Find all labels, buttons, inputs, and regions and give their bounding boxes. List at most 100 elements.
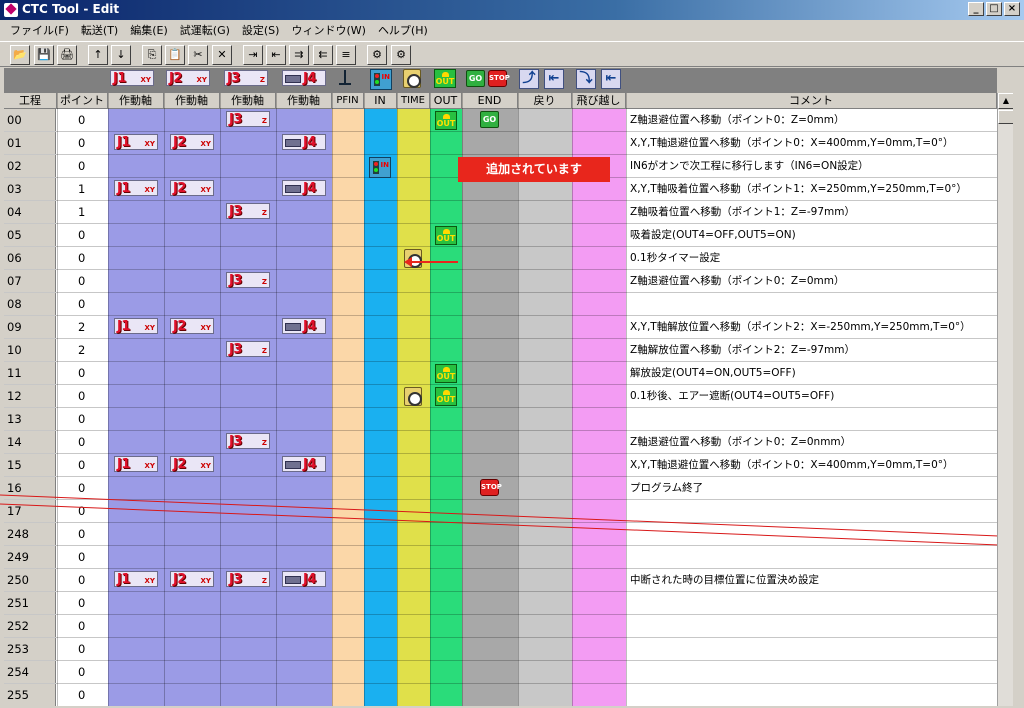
- minimize-button[interactable]: _: [968, 2, 984, 16]
- shift-left-button[interactable]: ⇇: [313, 45, 333, 65]
- point-value[interactable]: 2: [78, 339, 85, 361]
- j4-palette-button[interactable]: J4: [282, 70, 326, 91]
- robot-stop-button[interactable]: ⚙: [391, 45, 411, 65]
- menu-edit[interactable]: 編集(E): [124, 22, 174, 38]
- j3-move-icon[interactable]: J3 Z: [226, 272, 270, 291]
- step-cell[interactable]: 254: [4, 661, 56, 683]
- close-button[interactable]: ×: [1004, 2, 1020, 16]
- j2-move-icon[interactable]: J2 XY: [170, 134, 214, 153]
- j3-move-icon[interactable]: J3 Z: [226, 433, 270, 452]
- step-cell[interactable]: 01: [4, 132, 56, 154]
- j2-move-icon[interactable]: J2 XY: [170, 456, 214, 475]
- point-value[interactable]: 0: [78, 454, 85, 476]
- vertical-scrollbar[interactable]: ▲: [997, 93, 1014, 706]
- go-icon[interactable]: GO: [480, 111, 499, 128]
- col-header-step[interactable]: 工程: [4, 93, 57, 109]
- step-cell[interactable]: 249: [4, 546, 56, 568]
- point-value[interactable]: 2: [78, 316, 85, 338]
- step-cell[interactable]: 16: [4, 477, 56, 499]
- point-value[interactable]: 0: [78, 523, 85, 545]
- j1-palette-button[interactable]: J1 XY: [110, 70, 154, 91]
- timer-icon[interactable]: [404, 387, 422, 409]
- comment-cell[interactable]: Z軸解放位置へ移動（ポイント2：Z=-97mm）: [630, 339, 855, 361]
- step-cell[interactable]: 17: [4, 500, 56, 522]
- step-cell[interactable]: 252: [4, 615, 56, 637]
- time-palette-button[interactable]: [403, 69, 421, 90]
- out-signal-icon[interactable]: OUT: [435, 364, 457, 386]
- step-cell[interactable]: 03: [4, 178, 56, 200]
- j4-move-icon[interactable]: J4: [282, 571, 326, 590]
- comment-cell[interactable]: Z軸吸着位置へ移動（ポイント1：Z=-97mm）: [630, 201, 855, 223]
- copy-button[interactable]: ⎘: [142, 45, 162, 65]
- comment-cell[interactable]: 0.1秒タイマー設定: [630, 247, 720, 269]
- point-value[interactable]: 0: [78, 247, 85, 269]
- move-up-button[interactable]: ↑: [88, 45, 108, 65]
- j2-move-icon[interactable]: J2 XY: [170, 571, 214, 590]
- comment-cell[interactable]: プログラム終了: [630, 477, 703, 499]
- point-value[interactable]: 0: [78, 132, 85, 154]
- point-value[interactable]: 0: [78, 569, 85, 591]
- save-button[interactable]: 💾: [34, 45, 54, 65]
- step-cell[interactable]: 10: [4, 339, 56, 361]
- robot-run-button[interactable]: ⚙: [367, 45, 387, 65]
- j3-move-icon[interactable]: J3 Z: [226, 203, 270, 222]
- step-cell[interactable]: 09: [4, 316, 56, 338]
- comment-cell[interactable]: Z軸退避位置へ移動（ポイント0：Z=0mm）: [630, 109, 845, 131]
- step-cell[interactable]: 248: [4, 523, 56, 545]
- out-signal-icon[interactable]: OUT: [435, 226, 457, 248]
- j4-move-icon[interactable]: J4: [282, 318, 326, 337]
- comment-cell[interactable]: Z軸退避位置へ移動（ポイント0：Z=0nmm）: [630, 431, 851, 453]
- point-value[interactable]: 0: [78, 661, 85, 683]
- stop-palette-button[interactable]: STOP: [488, 70, 510, 91]
- paste-button[interactable]: 📋: [165, 45, 185, 65]
- menu-help[interactable]: ヘルプ(H): [372, 22, 434, 38]
- delete-button[interactable]: ✕: [212, 45, 232, 65]
- comment-cell[interactable]: X,Y,T軸吸着位置へ移動（ポイント1：X=250mm,Y=250mm,T=0°…: [630, 178, 967, 200]
- j4-move-icon[interactable]: J4: [282, 180, 326, 199]
- step-cell[interactable]: 04: [4, 201, 56, 223]
- step-cell[interactable]: 00: [4, 109, 56, 131]
- j1-move-icon[interactable]: J1 XY: [114, 134, 158, 153]
- col-header-axis-1[interactable]: 作動軸: [108, 93, 164, 109]
- insert-right-button[interactable]: ⇤: [266, 45, 286, 65]
- align-button[interactable]: ≡: [336, 45, 356, 65]
- step-cell[interactable]: 12: [4, 385, 56, 407]
- j3-move-icon[interactable]: J3 Z: [226, 341, 270, 360]
- move-down-button[interactable]: ↓: [111, 45, 131, 65]
- point-value[interactable]: 0: [78, 684, 85, 706]
- j3-move-icon[interactable]: J3 Z: [226, 571, 270, 590]
- point-value[interactable]: 0: [78, 546, 85, 568]
- comment-cell[interactable]: 吸着設定(OUT4=OFF,OUT5=ON): [630, 224, 796, 246]
- print-button[interactable]: 🖨: [57, 45, 77, 65]
- point-value[interactable]: 1: [78, 201, 85, 223]
- point-value[interactable]: 0: [78, 270, 85, 292]
- col-header-jump[interactable]: 飛び越し: [572, 93, 626, 109]
- col-header-point[interactable]: ポイント: [57, 93, 108, 109]
- step-cell[interactable]: 05: [4, 224, 56, 246]
- return-palette-button-b[interactable]: ⇤: [544, 69, 564, 90]
- comment-cell[interactable]: 中断された時の目標位置に位置決め設定: [630, 569, 819, 591]
- step-cell[interactable]: 14: [4, 431, 56, 453]
- out-signal-icon[interactable]: OUT: [435, 387, 457, 409]
- step-cell[interactable]: 251: [4, 592, 56, 614]
- open-button[interactable]: 📂: [10, 45, 30, 65]
- scroll-thumb[interactable]: [998, 110, 1014, 124]
- return-palette-button-a[interactable]: ⤴: [519, 69, 539, 90]
- j1-move-icon[interactable]: J1 XY: [114, 318, 158, 337]
- comment-cell[interactable]: X,Y,T軸解放位置へ移動（ポイント2：X=-250mm,Y=250mm,T=0…: [630, 316, 971, 338]
- j1-move-icon[interactable]: J1 XY: [114, 180, 158, 199]
- j2-move-icon[interactable]: J2 XY: [170, 180, 214, 199]
- j4-move-icon[interactable]: J4: [282, 456, 326, 475]
- col-header-time[interactable]: TIME: [397, 93, 430, 109]
- menu-window[interactable]: ウィンドウ(W): [285, 22, 371, 38]
- j1-move-icon[interactable]: J1 XY: [114, 571, 158, 590]
- out-signal-icon[interactable]: OUT: [435, 111, 457, 133]
- point-value[interactable]: 0: [78, 477, 85, 499]
- j2-move-icon[interactable]: J2 XY: [170, 318, 214, 337]
- jump-palette-button-a[interactable]: ⤵: [576, 69, 596, 90]
- in-palette-button[interactable]: IN: [370, 69, 392, 90]
- point-value[interactable]: 0: [78, 431, 85, 453]
- col-header-axis-4[interactable]: 作動軸: [276, 93, 332, 109]
- point-value[interactable]: 0: [78, 224, 85, 246]
- comment-cell[interactable]: 解放設定(OUT4=ON,OUT5=OFF): [630, 362, 796, 384]
